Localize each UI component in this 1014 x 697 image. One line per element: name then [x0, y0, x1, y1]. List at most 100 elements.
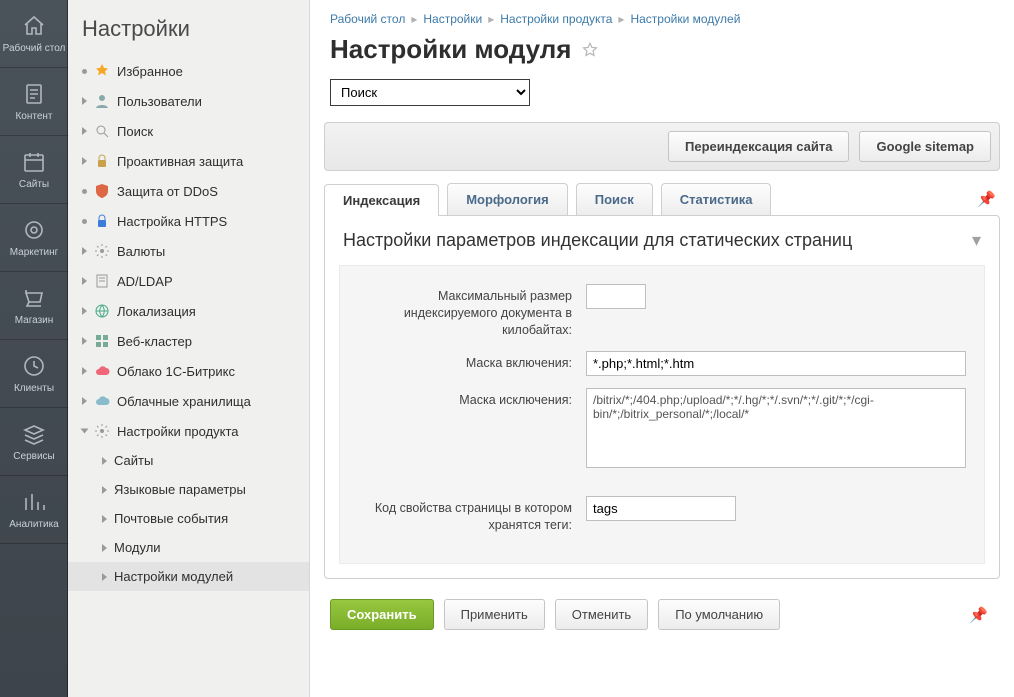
settings-panel: Настройки параметров индексации для стат… [324, 215, 1000, 579]
tree-item-label: Локализация [117, 304, 196, 319]
tree-item-14[interactable]: Языковые параметры [68, 475, 309, 504]
caret-icon [102, 515, 107, 523]
globe-icon [94, 303, 110, 319]
cancel-button[interactable]: Отменить [555, 599, 648, 630]
settings-tree: ИзбранноеПользователи Поиск Проактивная за… [68, 56, 309, 591]
chart-icon [21, 489, 47, 515]
tags-prop-input[interactable] [586, 496, 736, 521]
settings-sidebar: Настройки ИзбранноеПользователи Поиск Проа… [68, 0, 310, 697]
save-button[interactable]: Сохранить [330, 599, 434, 630]
module-select[interactable]: Поиск [330, 79, 530, 106]
breadcrumb-link-2[interactable]: Настройки продукта [500, 12, 612, 26]
tree-item-label: Валюты [117, 244, 165, 259]
vnav-item-0[interactable]: Рабочий стол [0, 0, 68, 68]
tree-item-12[interactable]: Настройки продукта [68, 416, 309, 446]
caret-icon [102, 544, 107, 552]
favorite-star-icon[interactable] [581, 41, 599, 59]
caret-icon [81, 429, 89, 434]
tree-item-15[interactable]: Почтовые события [68, 504, 309, 533]
apply-button[interactable]: Применить [444, 599, 545, 630]
lock-icon [94, 153, 110, 169]
tree-item-6[interactable]: Валюты [68, 236, 309, 266]
tree-item-11[interactable]: Облачные хранилища [68, 386, 309, 416]
tree-item-7[interactable]: AD/LDAP [68, 266, 309, 296]
breadcrumb-link-0[interactable]: Рабочий стол [330, 12, 405, 26]
cloud-icon [94, 393, 110, 409]
doc-icon [21, 81, 47, 107]
caret-icon [102, 457, 107, 465]
tree-item-label: Проактивная защита [117, 154, 243, 169]
home-icon [21, 13, 47, 39]
page-title-row: Настройки модуля [310, 32, 1014, 79]
tab-2[interactable]: Поиск [576, 183, 653, 215]
tree-item-3[interactable]: Проактивная защита [68, 146, 309, 176]
default-button[interactable]: По умолчанию [658, 599, 780, 630]
tabs: ИндексацияМорфологияПоискСтатистика 📌 [324, 183, 1000, 215]
vnav-item-1[interactable]: Контент [0, 68, 68, 136]
tree-item-4[interactable]: Защита от DDoS [68, 176, 309, 206]
tree-item-0[interactable]: Избранное [68, 56, 309, 86]
tab-0[interactable]: Индексация [324, 184, 439, 216]
gear-icon [94, 423, 110, 439]
vnav-item-2[interactable]: Сайты [0, 136, 68, 204]
panel-header[interactable]: Настройки параметров индексации для стат… [325, 216, 999, 265]
tree-item-13[interactable]: Сайты [68, 446, 309, 475]
caret-icon [102, 486, 107, 494]
tree-item-label: Поиск [117, 124, 153, 139]
toolbar: Переиндексация сайта Google sitemap [324, 122, 1000, 171]
breadcrumb-link-3[interactable]: Настройки модулей [630, 12, 740, 26]
tree-item-2[interactable]: Поиск [68, 116, 309, 146]
tree-item-label: Сайты [114, 453, 153, 468]
tree-item-17[interactable]: Настройки модулей [68, 562, 309, 591]
page-title: Настройки модуля [330, 34, 571, 65]
tree-item-8[interactable]: Локализация [68, 296, 309, 326]
exclude-mask-label: Маска исключения: [352, 388, 572, 409]
pin-icon[interactable]: 📌 [969, 606, 994, 624]
pin-icon[interactable]: 📌 [977, 190, 1000, 208]
breadcrumb: Рабочий стол▸Настройки▸Настройки продукт… [310, 0, 1014, 32]
tree-item-16[interactable]: Модули [68, 533, 309, 562]
caret-icon [82, 277, 87, 285]
lock-blue-icon [94, 213, 110, 229]
gear-icon [94, 243, 110, 259]
panel-body: Максимальный размер индексируемого докум… [339, 265, 985, 564]
vnav-item-4[interactable]: Магазин [0, 272, 68, 340]
tree-item-5[interactable]: Настройка HTTPS [68, 206, 309, 236]
page-icon [94, 273, 110, 289]
shield-icon [94, 183, 110, 199]
panel-title: Настройки параметров индексации для стат… [343, 230, 852, 251]
grid-icon [94, 333, 110, 349]
tree-item-9[interactable]: Веб-кластер [68, 326, 309, 356]
tags-prop-label: Код свойства страницы в котором хранятся… [352, 496, 572, 534]
tree-item-1[interactable]: Пользователи [68, 86, 309, 116]
include-mask-input[interactable] [586, 351, 966, 376]
layers-icon [21, 421, 47, 447]
caret-icon [82, 127, 87, 135]
bullet-icon [82, 219, 87, 224]
reindex-button[interactable]: Переиндексация сайта [668, 131, 849, 162]
vnav-item-5[interactable]: Клиенты [0, 340, 68, 408]
breadcrumb-link-1[interactable]: Настройки [423, 12, 482, 26]
sidebar-title: Настройки [68, 12, 309, 56]
caret-icon [82, 307, 87, 315]
tab-1[interactable]: Морфология [447, 183, 568, 215]
max-size-input[interactable] [586, 284, 646, 309]
caret-icon [82, 367, 87, 375]
vertical-nav: Рабочий столКонтентСайтыМаркетингМагазин… [0, 0, 68, 697]
tree-item-10[interactable]: Облако 1С-Битрикс [68, 356, 309, 386]
vnav-item-3[interactable]: Маркетинг [0, 204, 68, 272]
caret-icon [102, 573, 107, 581]
vnav-item-6[interactable]: Сервисы [0, 408, 68, 476]
sitemap-button[interactable]: Google sitemap [859, 131, 991, 162]
search-icon [94, 123, 110, 139]
tab-3[interactable]: Статистика [661, 183, 772, 215]
vnav-item-7[interactable]: Аналитика [0, 476, 68, 544]
tree-item-label: Языковые параметры [114, 482, 246, 497]
tree-item-label: Настройка HTTPS [117, 214, 227, 229]
exclude-mask-textarea[interactable] [586, 388, 966, 468]
target-icon [21, 217, 47, 243]
tree-item-label: Почтовые события [114, 511, 228, 526]
tree-item-label: Облачные хранилища [117, 394, 251, 409]
max-size-label: Максимальный размер индексируемого докум… [352, 284, 572, 339]
user-icon [94, 93, 110, 109]
